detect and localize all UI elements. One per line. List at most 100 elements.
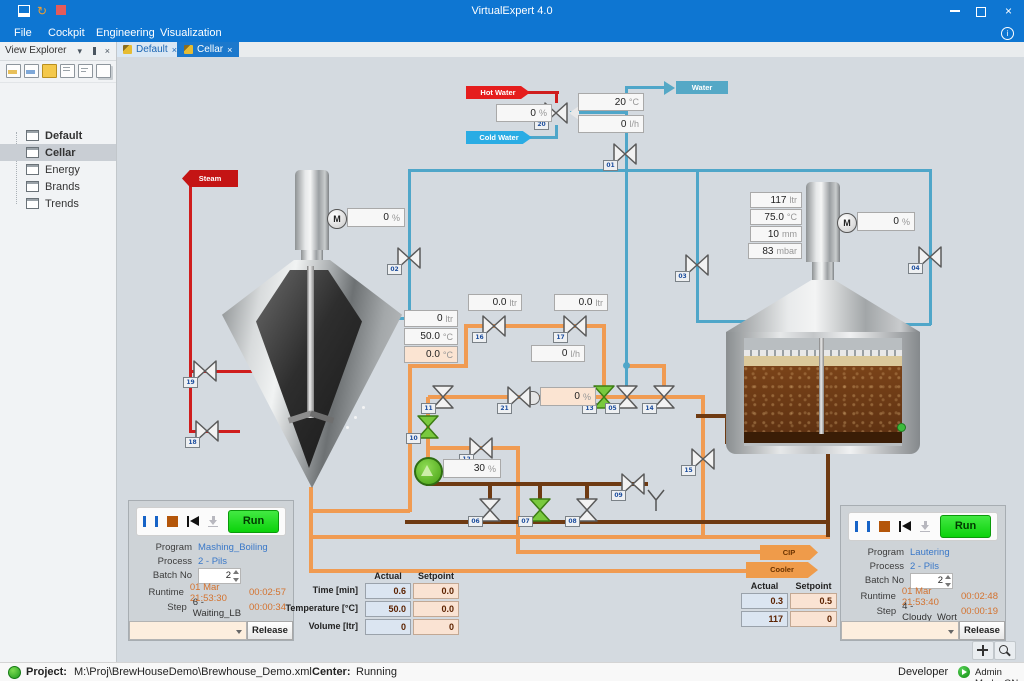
right-agitator-motor-icon[interactable]: M <box>837 213 857 233</box>
lauter-pressure-field[interactable]: 83mbar <box>748 243 802 259</box>
flow-meter-16-field[interactable]: 0.0ltr <box>468 294 522 311</box>
mash-temperature-setpoint-field[interactable]: 0.0°C <box>404 346 458 363</box>
left-motor-percent-field[interactable]: 0% <box>347 208 405 227</box>
valve-12[interactable]: 12 <box>468 435 494 461</box>
menu-cockpit[interactable]: Cockpit <box>48 24 85 42</box>
sidebar-item-default[interactable]: Default <box>0 127 116 144</box>
flow-meter-17-field[interactable]: 0.0ltr <box>554 294 608 311</box>
minimize-button[interactable] <box>950 10 960 12</box>
mixer-flow-field[interactable]: 0l/h <box>578 115 644 133</box>
setpoint-cell[interactable]: 0.0 <box>413 583 459 599</box>
tab-close-icon[interactable]: × <box>227 45 232 55</box>
download-button[interactable] <box>920 521 931 532</box>
menu-visualization[interactable]: Visualization <box>160 24 222 42</box>
runtime-label: Runtime <box>136 587 184 598</box>
setpoint-cell[interactable]: 0.0 <box>413 601 459 617</box>
valve-09[interactable]: 09 <box>620 471 646 497</box>
file-icon[interactable] <box>60 64 75 78</box>
setpoint-cell[interactable]: 0 <box>413 619 459 635</box>
valve-18[interactable]: 18 <box>194 418 220 444</box>
step-select-combo[interactable] <box>129 621 247 640</box>
maximize-button[interactable] <box>976 7 986 17</box>
file-export-icon[interactable] <box>78 64 93 78</box>
close-button[interactable]: × <box>1005 4 1012 18</box>
right-motor-percent-field[interactable]: 0% <box>857 212 915 231</box>
run-button[interactable]: Run <box>940 515 991 538</box>
program-value[interactable]: Lautering <box>910 547 950 558</box>
wort-pump[interactable] <box>414 457 443 486</box>
pan-button[interactable] <box>972 641 994 660</box>
sidebar-item-cellar[interactable]: Cellar <box>0 144 116 161</box>
pipe <box>408 169 411 319</box>
menu-engineering[interactable]: Engineering <box>96 24 155 42</box>
valve-08[interactable]: 08 <box>574 497 600 523</box>
release-button[interactable]: Release <box>959 621 1005 640</box>
image-add-icon[interactable] <box>24 64 39 78</box>
center-flow-field[interactable]: 0l/h <box>531 345 585 362</box>
setpoint-cell[interactable]: 0 <box>790 611 837 627</box>
valve-17[interactable]: 17 <box>562 313 588 339</box>
copy-icon[interactable] <box>96 64 111 78</box>
step-back-button[interactable] <box>187 516 200 527</box>
user-role[interactable]: Developer <box>898 666 948 678</box>
valve-04[interactable]: 04 <box>917 244 943 270</box>
admin-mode-icon[interactable] <box>958 666 970 678</box>
process-value[interactable]: 2 - Pils <box>198 556 227 567</box>
sidebar-item-trends[interactable]: Trends <box>0 195 116 212</box>
menu-file[interactable]: File <box>14 24 32 42</box>
valve-15[interactable]: 15 <box>690 446 716 472</box>
valve-14[interactable]: 14 <box>651 384 677 410</box>
info-icon[interactable]: i <box>1001 27 1014 40</box>
valve-21-control[interactable]: 21 <box>506 384 532 410</box>
control-valve-21-percent-field[interactable]: 0% <box>540 387 596 406</box>
valve-16[interactable]: 16 <box>481 313 507 339</box>
close-icon[interactable]: × <box>105 47 110 56</box>
pause-button[interactable] <box>143 516 158 527</box>
step-select-combo[interactable] <box>841 621 959 640</box>
valve-11[interactable]: 11 <box>430 384 456 410</box>
setpoint-cell[interactable]: 0.5 <box>790 593 837 609</box>
valve-label: 09 <box>611 490 626 501</box>
valve-03[interactable]: 03 <box>684 252 710 278</box>
program-value[interactable]: Mashing_Boiling <box>198 542 268 553</box>
folder-icon[interactable] <box>42 64 57 78</box>
agitator-motor <box>806 182 840 262</box>
download-button[interactable] <box>208 516 219 527</box>
valve-19[interactable]: 19 <box>192 358 218 384</box>
process-row: Process 2 - Pils <box>136 555 286 568</box>
step-back-button[interactable] <box>899 521 912 532</box>
center-state: Running <box>356 666 397 678</box>
cold-water-tag: Cold Water <box>466 131 532 144</box>
valve-06[interactable]: 06 <box>477 497 503 523</box>
lauter-volume-field[interactable]: 117ltr <box>750 192 802 208</box>
sidebar-item-energy[interactable]: Energy <box>0 161 116 178</box>
sidebar-item-brands[interactable]: Brands <box>0 178 116 195</box>
valve-10[interactable]: 10 <box>415 414 441 440</box>
stop-button[interactable] <box>167 516 178 527</box>
tree-item-label: Default <box>45 130 82 142</box>
pin-icon[interactable] <box>93 47 96 55</box>
mixer-valve-percent-field[interactable]: 0% <box>496 104 552 122</box>
lauter-level-field[interactable]: 10mm <box>750 226 802 242</box>
tab-cellar[interactable]: Cellar × <box>177 42 239 57</box>
pause-button[interactable] <box>855 521 870 532</box>
tab-default[interactable]: Default × <box>116 42 184 57</box>
pipe <box>555 125 558 139</box>
valve-01[interactable]: 01 <box>612 141 638 167</box>
left-agitator-motor-icon[interactable]: M <box>327 209 347 229</box>
menu-bar: File Cockpit Engineering Visualization i <box>0 24 1024 42</box>
chevron-down-icon[interactable]: ▾ <box>77 47 82 56</box>
process-value[interactable]: 2 - Pils <box>910 561 939 572</box>
mixer-temperature-field[interactable]: 20°C <box>578 93 644 111</box>
valve-07[interactable]: 07 <box>527 497 553 523</box>
stop-button[interactable] <box>879 521 890 532</box>
valve-02[interactable]: 02 <box>396 245 422 271</box>
mash-temperature-field[interactable]: 50.0°C <box>404 328 458 345</box>
mash-volume-field[interactable]: 0ltr <box>404 310 458 327</box>
run-button[interactable]: Run <box>228 510 279 533</box>
valve-05[interactable]: 05 <box>614 384 640 410</box>
zoom-button[interactable] <box>994 641 1016 660</box>
lauter-temperature-field[interactable]: 75.0°C <box>750 209 802 225</box>
pump-speed-field[interactable]: 30% <box>443 459 501 478</box>
image-icon[interactable] <box>6 64 21 78</box>
